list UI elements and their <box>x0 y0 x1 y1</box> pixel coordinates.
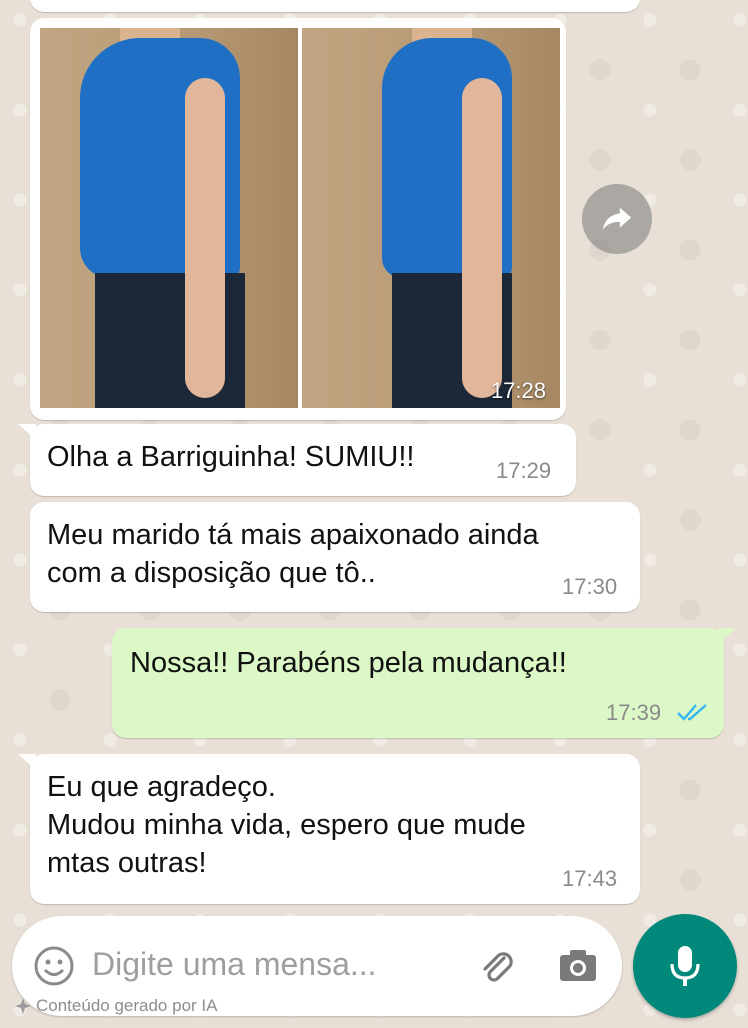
message-time: 17:29 <box>496 458 552 483</box>
previous-message-bubble-edge[interactable] <box>30 0 640 12</box>
double-check-read-icon <box>677 704 707 721</box>
incoming-message-bubble[interactable]: Olha a Barriguinha! SUMIU!! 17:29 <box>18 424 576 496</box>
before-photo[interactable] <box>40 28 298 408</box>
forward-button[interactable] <box>582 184 652 254</box>
paperclip-icon[interactable] <box>474 944 518 988</box>
message-time: 17:30 <box>562 574 618 599</box>
message-text: Olha a Barriguinha! SUMIU!! <box>47 441 415 473</box>
message-time: 17:39 <box>606 700 662 725</box>
after-photo[interactable] <box>302 28 560 408</box>
message-text: Meu marido tá mais apaixonado ainda com … <box>47 519 539 589</box>
message-text: Eu que agradeço. Mudou minha vida, esper… <box>47 771 526 879</box>
incoming-message-bubble[interactable]: Meu marido tá mais apaixonado ainda com … <box>30 502 640 612</box>
incoming-message-bubble[interactable]: Eu que agradeço. Mudou minha vida, esper… <box>18 754 640 904</box>
message-time: 17:43 <box>562 866 618 891</box>
message-text: Nossa!! Parabéns pela mudança!! <box>130 647 567 679</box>
ai-generated-text: Conteúdo gerado por IA <box>36 996 218 1015</box>
camera-icon[interactable] <box>556 944 600 988</box>
microphone-button[interactable] <box>633 914 737 1018</box>
message-input[interactable]: Digite uma mensa... <box>92 946 377 983</box>
sparkle-icon <box>15 998 31 1014</box>
microphone-icon <box>670 946 700 986</box>
message-time: 17:28 <box>490 378 546 403</box>
image-message-bubble[interactable]: 17:28 <box>30 18 566 420</box>
outgoing-message-bubble[interactable]: Nossa!! Parabéns pela mudança!! 17:39 <box>112 628 736 738</box>
emoji-smiley-icon[interactable] <box>34 946 74 986</box>
ai-generated-note: Conteúdo gerado por IA <box>14 996 217 1016</box>
forward-arrow-icon <box>602 207 632 231</box>
